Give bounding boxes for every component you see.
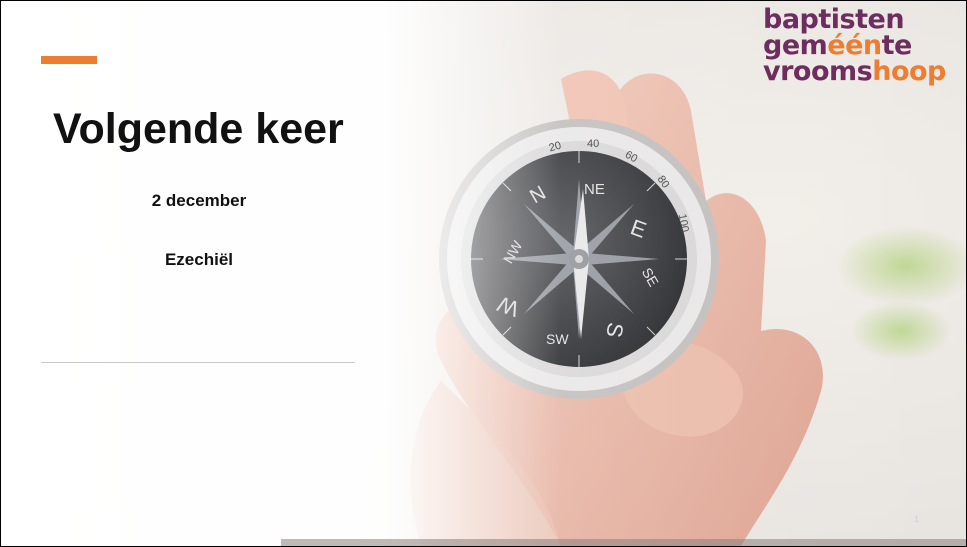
slide-title: Volgende keer [53, 105, 344, 153]
logo-line-3-highlight: hoop [872, 56, 946, 87]
divider-line [41, 362, 355, 363]
slide-date: 2 december [151, 191, 247, 210]
slide: N NE E SE S SW W NW 20 40 60 80 100 Volg… [0, 0, 967, 547]
logo-line-3-pre: vrooms [763, 56, 873, 87]
accent-bar [41, 56, 97, 64]
slide-number: 1 [914, 514, 920, 524]
logo-line-3: vroomshoop [763, 56, 946, 87]
slide-topic: Ezechiël [164, 250, 234, 269]
church-logo: baptisten geméénte vroomshoop [763, 6, 946, 87]
bottom-strip [281, 539, 966, 546]
